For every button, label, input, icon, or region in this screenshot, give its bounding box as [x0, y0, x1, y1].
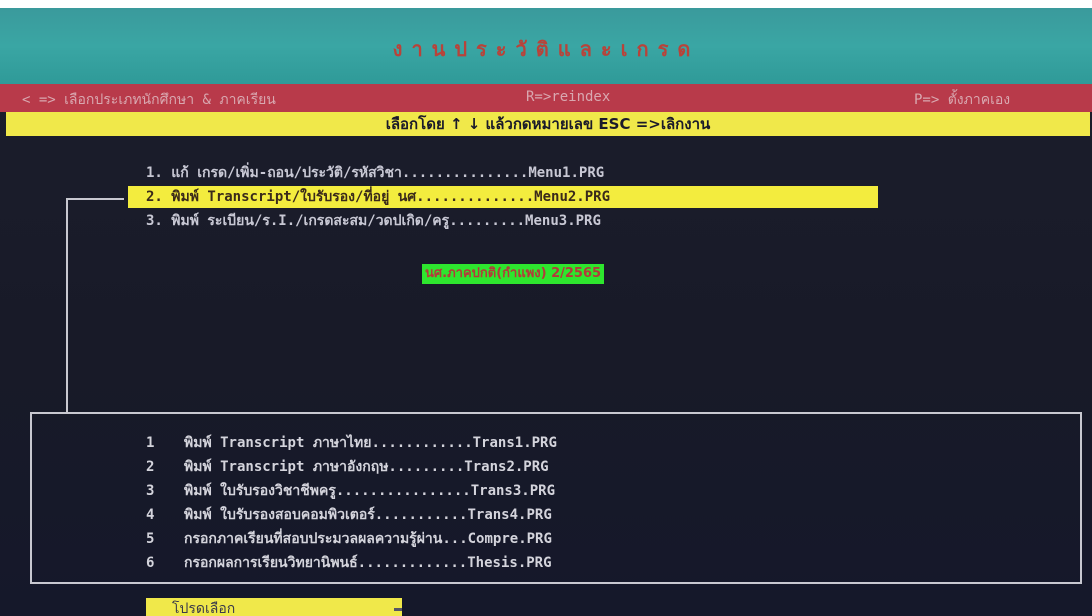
terminal-screen: งานประวัติและเกรด < => เลือกประเภทนักศึก…	[0, 8, 1092, 616]
main-menu-item-3[interactable]: 3. พิมพ์ ระเบียน/ร.I./เกรดสะสม/วดปเกิด/ค…	[146, 210, 601, 232]
submenu-item-2-number: 2	[146, 459, 155, 475]
submenu-item-1-number: 1	[146, 435, 155, 451]
submenu-item-5-number: 5	[146, 531, 155, 547]
status-bar: < => เลือกประเภทนักศึกษา & ภาคเรียน R=>r…	[0, 84, 1092, 112]
submenu-item-3[interactable]: พิมพ์ ใบรับรองวิชาชีพครู................…	[184, 480, 555, 502]
main-menu-item-2[interactable]: 2. พิมพ์ Transcript/ใบรับรอง/ที่อยู่ นศ.…	[128, 186, 878, 208]
term-badge: นศ.ภาคปกติ(กำแพง) 2/2565	[422, 264, 605, 284]
submenu-item-2[interactable]: พิมพ์ Transcript ภาษาอังกฤษ.........Tran…	[184, 456, 549, 478]
submenu-item-6[interactable]: กรอกผลการเรียนวิทยานิพนธ์.............Th…	[184, 552, 552, 574]
text-cursor	[394, 608, 402, 611]
selection-prompt-input[interactable]: โปรดเลือก	[146, 598, 402, 616]
submenu-item-4-number: 4	[146, 507, 155, 523]
status-set-term: P=> ตั้งภาคเอง	[914, 92, 1011, 108]
app-title: งานประวัติและเกรด	[392, 37, 700, 61]
title-bar: งานประวัติและเกรด	[0, 8, 1092, 84]
status-select-type: < => เลือกประเภทนักศึกษา & ภาคเรียน	[22, 92, 276, 108]
submenu-item-1[interactable]: พิมพ์ Transcript ภาษาไทย............Tran…	[184, 432, 557, 454]
main-menu-item-1[interactable]: 1. แก้ เกรด/เพิ่ม-ถอน/ประวัติ/รหัสวิชา..…	[146, 162, 604, 184]
submenu-connector-vertical	[66, 198, 68, 412]
submenu-connector	[66, 198, 124, 200]
submenu-item-4[interactable]: พิมพ์ ใบรับรองสอบคอมพิวเตอร์...........T…	[184, 504, 552, 526]
instruction-bar: เลือกโดย ↑ ↓ แล้วกดหมายเลข ESC =>เลิกงาน	[6, 112, 1090, 136]
submenu-item-5[interactable]: กรอกภาคเรียนที่สอบประมวลผลความรู้ผ่าน...…	[184, 528, 552, 550]
status-reindex: R=>reindex	[526, 89, 611, 105]
submenu-item-3-number: 3	[146, 483, 155, 499]
submenu-item-6-number: 6	[146, 555, 155, 571]
